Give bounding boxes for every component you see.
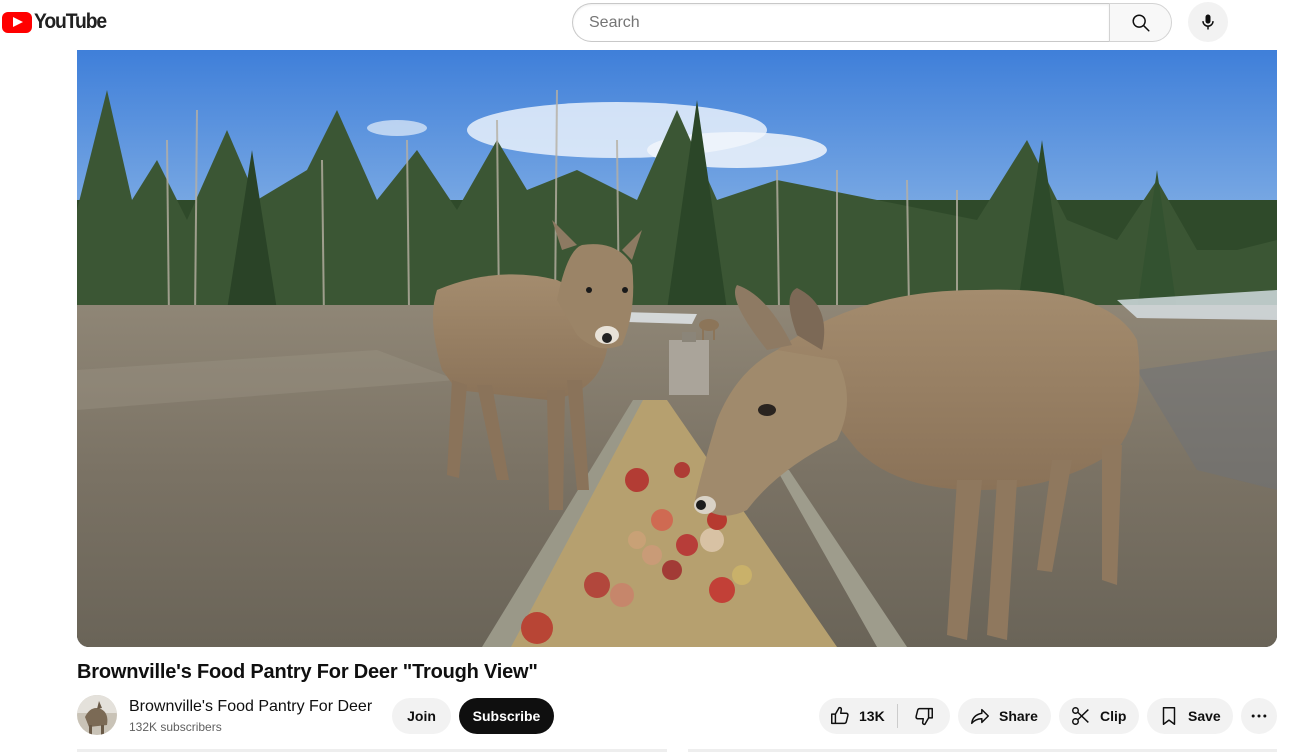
avatar-image [77, 695, 117, 735]
video-title: Brownville's Food Pantry For Deer "Troug… [77, 661, 538, 683]
video-frame [77, 50, 1277, 647]
cloud [367, 120, 427, 136]
bookmark-icon [1162, 707, 1176, 725]
search-button[interactable] [1109, 3, 1172, 42]
video-player[interactable] [77, 50, 1277, 647]
like-button[interactable]: 13K [819, 698, 897, 734]
search-box [572, 3, 1172, 42]
channel-avatar[interactable] [77, 695, 117, 735]
mic-icon [1202, 14, 1214, 30]
more-actions-button[interactable] [1241, 698, 1277, 734]
youtube-play-icon [2, 11, 32, 33]
voice-search-button[interactable] [1188, 2, 1228, 42]
search-icon [1131, 13, 1150, 32]
youtube-logo[interactable]: YouTube [2, 9, 112, 35]
share-icon [971, 708, 989, 725]
subscribe-button[interactable]: Subscribe [459, 698, 554, 734]
masthead: YouTube [0, 0, 1299, 46]
thumbs-down-icon [915, 707, 933, 726]
like-dislike-group: 13K [819, 698, 950, 734]
dislike-button[interactable] [898, 698, 950, 734]
subscriber-count: 132K subscribers [129, 720, 222, 734]
like-count: 13K [859, 708, 885, 724]
save-button[interactable]: Save [1147, 698, 1233, 734]
channel-name[interactable]: Brownville's Food Pantry For Deer [129, 698, 372, 716]
scissors-icon [1072, 707, 1089, 725]
logo-text: YouTube [34, 10, 107, 33]
share-button[interactable]: Share [958, 698, 1051, 734]
clip-label: Clip [1100, 708, 1127, 724]
save-label: Save [1188, 708, 1221, 724]
clip-button[interactable]: Clip [1059, 698, 1139, 734]
thumbs-up-icon [831, 706, 849, 725]
join-button[interactable]: Join [392, 698, 451, 734]
search-input[interactable] [572, 3, 1109, 42]
share-label: Share [999, 708, 1038, 724]
more-icon [1251, 714, 1267, 718]
